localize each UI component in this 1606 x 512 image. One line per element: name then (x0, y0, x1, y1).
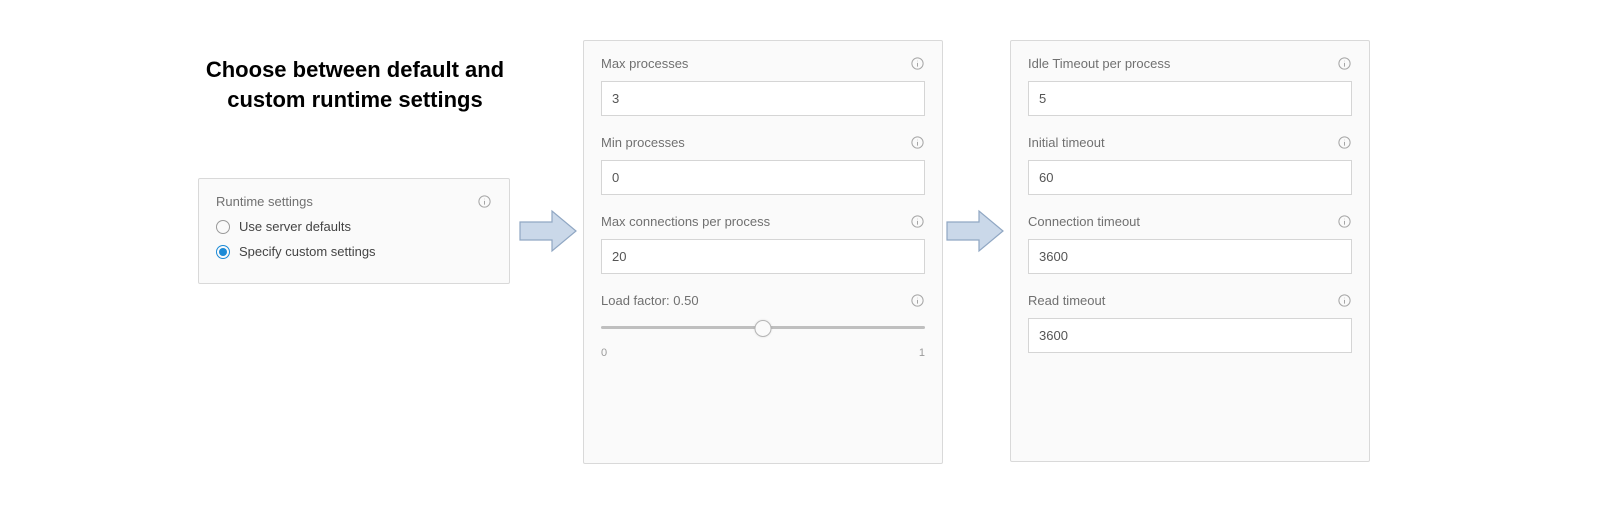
initial-timeout-input[interactable] (1028, 160, 1352, 195)
min-processes-input[interactable] (601, 160, 925, 195)
connection-timeout-input[interactable] (1028, 239, 1352, 274)
info-icon[interactable] (1337, 135, 1352, 150)
radio-icon (216, 220, 230, 234)
arrow-icon (945, 207, 1007, 260)
min-processes-label: Min processes (601, 135, 685, 150)
runtime-radio-group: Use server defaults Specify custom setti… (216, 219, 492, 259)
info-icon[interactable] (477, 194, 492, 209)
read-timeout-label: Read timeout (1028, 293, 1105, 308)
idle-timeout-label: Idle Timeout per process (1028, 56, 1170, 71)
info-icon[interactable] (1337, 56, 1352, 71)
runtime-settings-title: Runtime settings (216, 194, 313, 209)
runtime-settings-panel: Runtime settings Use server defaults Spe… (198, 178, 510, 284)
info-icon[interactable] (1337, 293, 1352, 308)
radio-specify-custom-settings[interactable]: Specify custom settings (216, 244, 492, 259)
connection-timeout-label: Connection timeout (1028, 214, 1140, 229)
radio-use-server-defaults[interactable]: Use server defaults (216, 219, 492, 234)
slider-min-label: 0 (601, 347, 607, 359)
info-icon[interactable] (910, 293, 925, 308)
max-processes-input[interactable] (601, 81, 925, 116)
info-icon[interactable] (910, 135, 925, 150)
load-factor-slider[interactable] (601, 318, 925, 338)
radio-icon (216, 245, 230, 259)
timeouts-panel: Idle Timeout per process Initial timeout… (1010, 40, 1370, 462)
radio-label: Specify custom settings (239, 244, 376, 259)
load-factor-label: Load factor: 0.50 (601, 293, 699, 308)
initial-timeout-label: Initial timeout (1028, 135, 1105, 150)
max-conn-input[interactable] (601, 239, 925, 274)
info-icon[interactable] (910, 56, 925, 71)
idle-timeout-input[interactable] (1028, 81, 1352, 116)
radio-label: Use server defaults (239, 219, 351, 234)
arrow-icon (518, 207, 580, 260)
section-heading: Choose between default and custom runtim… (205, 55, 505, 114)
slider-thumb[interactable] (755, 320, 772, 337)
read-timeout-input[interactable] (1028, 318, 1352, 353)
max-processes-label: Max processes (601, 56, 688, 71)
max-conn-label: Max connections per process (601, 214, 770, 229)
processes-panel: Max processes Min processes Max connecti… (583, 40, 943, 464)
slider-max-label: 1 (919, 347, 925, 359)
info-icon[interactable] (1337, 214, 1352, 229)
info-icon[interactable] (910, 214, 925, 229)
